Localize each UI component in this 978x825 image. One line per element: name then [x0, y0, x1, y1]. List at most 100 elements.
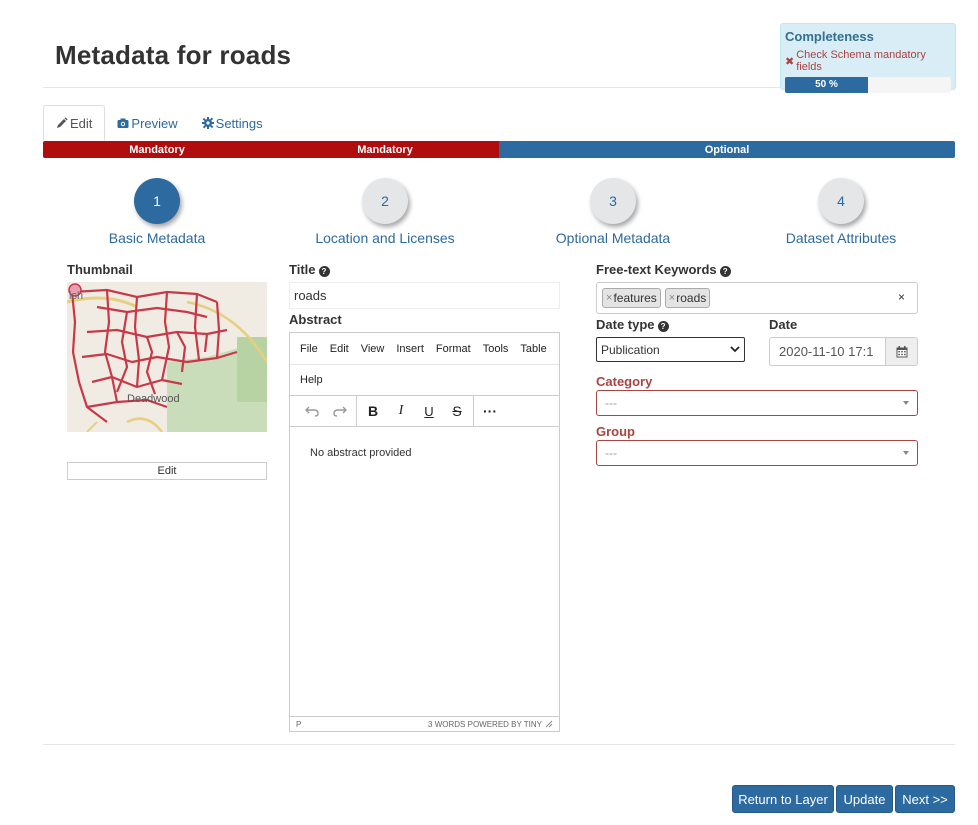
- wizard-step-location-licenses[interactable]: 2 Location and Licenses: [271, 178, 499, 246]
- completeness-panel: Completeness ✖ Check Schema mandatory fi…: [780, 23, 956, 93]
- wizard-step-dataset-attributes[interactable]: 4 Dataset Attributes: [727, 178, 955, 246]
- thumbnail-edit-button[interactable]: Edit: [67, 462, 267, 480]
- caret-down-icon: [903, 401, 909, 405]
- category-label: Category: [596, 374, 653, 389]
- help-question-icon[interactable]: ?: [318, 266, 330, 277]
- completeness-warning[interactable]: ✖ Check Schema mandatory fields: [785, 49, 951, 73]
- abstract-label: Abstract: [289, 312, 342, 327]
- date-type-label: Date type?: [596, 317, 669, 332]
- more-options-icon[interactable]: ···: [476, 399, 504, 423]
- editor-menubar: File Edit View Insert Format Tools Table: [290, 333, 559, 364]
- error-x-icon: ✖: [785, 55, 795, 68]
- tab-settings-label: Settings: [215, 115, 263, 131]
- calendar-button[interactable]: [885, 337, 918, 366]
- editor-tabs: Edit Preview Settings: [43, 105, 275, 141]
- editor-menubar-row-2: Help: [290, 364, 559, 395]
- date-label: Date: [769, 317, 798, 332]
- footer-divider: [43, 744, 955, 745]
- group-value: ---: [605, 446, 617, 460]
- keyword-chip-label: features: [613, 291, 657, 305]
- group-label: Group: [596, 424, 635, 439]
- editor-menu-file[interactable]: File: [300, 343, 318, 355]
- completeness-progress-bar: 50 %: [785, 77, 951, 93]
- tab-preview[interactable]: Preview: [105, 105, 189, 141]
- pencil-icon: [57, 117, 68, 128]
- help-question-icon[interactable]: ?: [719, 266, 731, 277]
- editor-menu-insert[interactable]: Insert: [396, 343, 424, 355]
- editor-menu-format[interactable]: Format: [436, 343, 471, 355]
- step-label[interactable]: Dataset Attributes: [727, 230, 955, 246]
- group-select[interactable]: ---: [596, 440, 918, 466]
- remove-chip-icon[interactable]: ×: [606, 292, 612, 304]
- toolbar-separator: [473, 396, 474, 426]
- keywords-label: Free-text Keywords?: [596, 262, 731, 277]
- date-input[interactable]: 2020-11-10 17:1: [769, 337, 885, 366]
- update-button[interactable]: Update: [836, 785, 893, 813]
- completeness-warning-text: Check Schema mandatory fields: [796, 49, 926, 73]
- keyword-chip[interactable]: × features: [602, 288, 661, 308]
- step-label[interactable]: Optional Metadata: [499, 230, 727, 246]
- editor-menu-view[interactable]: View: [361, 343, 385, 355]
- editor-word-count: 3 WORDS POWERED BY TINY: [428, 719, 542, 729]
- editor-menu-edit[interactable]: Edit: [330, 343, 349, 355]
- map-label-deadwood: Deadwood: [127, 393, 180, 405]
- bold-icon[interactable]: B: [359, 399, 387, 423]
- keywords-label-text: Free-text Keywords: [596, 262, 717, 277]
- title-label-text: Title: [289, 262, 316, 277]
- step-number-circle[interactable]: 3: [590, 178, 636, 224]
- tab-edit[interactable]: Edit: [43, 105, 106, 141]
- tab-settings[interactable]: Settings: [190, 105, 275, 141]
- editor-menu-help[interactable]: Help: [300, 374, 323, 386]
- chevron-down-icon: [730, 346, 740, 353]
- step-number-circle[interactable]: 2: [362, 178, 408, 224]
- camera-icon: [117, 118, 129, 128]
- strikethrough-icon[interactable]: S: [443, 399, 471, 423]
- map-roads-graphic: ish Deadwood: [67, 282, 267, 432]
- editor-menu-tools[interactable]: Tools: [483, 343, 509, 355]
- keywords-multiselect[interactable]: × features × roads ×: [596, 282, 918, 314]
- category-select[interactable]: ---: [596, 390, 918, 416]
- completeness-title: Completeness: [785, 29, 874, 44]
- progress-segment-optional: Optional: [499, 141, 955, 158]
- help-question-icon[interactable]: ?: [657, 321, 669, 332]
- map-label-town-1: ish: [69, 290, 83, 302]
- thumbnail-label: Thumbnail: [67, 262, 133, 277]
- caret-down-icon: [903, 451, 909, 455]
- step-label[interactable]: Basic Metadata: [43, 230, 271, 246]
- redo-icon[interactable]: [326, 399, 354, 423]
- remove-chip-icon[interactable]: ×: [669, 292, 675, 304]
- wizard-step-optional-metadata[interactable]: 3 Optional Metadata: [499, 178, 727, 246]
- next-button[interactable]: Next >>: [895, 785, 955, 813]
- undo-icon[interactable]: [298, 399, 326, 423]
- keyword-chip[interactable]: × roads: [664, 288, 711, 308]
- date-type-value: Publication: [601, 342, 660, 357]
- return-to-layer-button[interactable]: Return to Layer: [732, 785, 834, 813]
- completeness-progress-fill: 50 %: [785, 77, 868, 93]
- title-label: Title?: [289, 262, 330, 277]
- progress-segment-mandatory-2: Mandatory: [271, 141, 499, 158]
- gear-icon: [201, 117, 214, 129]
- date-type-label-text: Date type: [596, 317, 655, 332]
- page-title: Metadata for roads: [55, 40, 292, 70]
- tab-edit-label: Edit: [70, 115, 93, 131]
- step-label[interactable]: Location and Licenses: [271, 230, 499, 246]
- abstract-content-area[interactable]: No abstract provided: [290, 427, 559, 479]
- clear-keywords-icon[interactable]: ×: [898, 290, 905, 304]
- title-input[interactable]: roads: [289, 282, 560, 309]
- editor-element-path: P: [296, 719, 302, 729]
- resize-handle-icon[interactable]: [545, 720, 553, 728]
- wizard-progress-bar: Mandatory Mandatory Optional: [43, 141, 955, 158]
- editor-toolbar: B I U S ···: [290, 395, 559, 427]
- italic-icon[interactable]: I: [387, 399, 415, 423]
- tab-preview-label: Preview: [131, 115, 178, 131]
- date-type-select[interactable]: Publication: [596, 337, 745, 362]
- editor-menu-table[interactable]: Table: [520, 343, 546, 355]
- underline-icon[interactable]: U: [415, 399, 443, 423]
- wizard-step-basic-metadata[interactable]: 1 Basic Metadata: [43, 178, 271, 246]
- category-value: ---: [605, 396, 617, 410]
- keyword-chip-label: roads: [676, 291, 707, 305]
- progress-segment-mandatory-1: Mandatory: [43, 141, 271, 158]
- step-number-circle[interactable]: 1: [134, 178, 180, 224]
- toolbar-separator: [356, 396, 357, 426]
- step-number-circle[interactable]: 4: [818, 178, 864, 224]
